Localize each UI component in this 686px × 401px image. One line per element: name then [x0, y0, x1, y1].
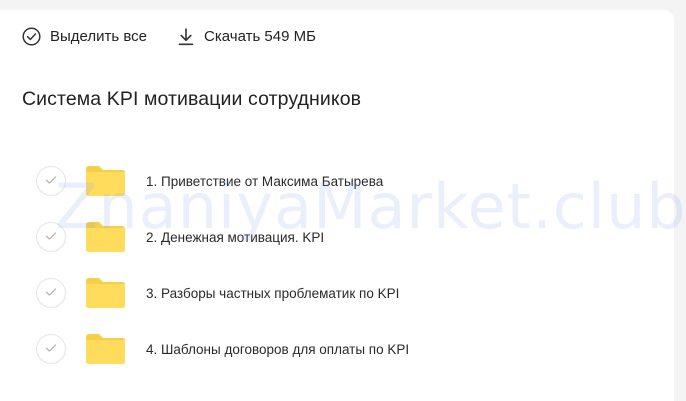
folder-item[interactable]: 3. Разборы частных проблематик по KPI: [36, 265, 636, 321]
file-browser-panel: Выделить все Скачать 549 МБ Система KPI …: [0, 10, 686, 401]
item-checkbox[interactable]: [36, 166, 66, 196]
check-icon: [45, 172, 57, 190]
folder-item[interactable]: 1. Приветствие от Максима Батырева: [36, 153, 636, 209]
download-label: Скачать 549 МБ: [204, 28, 316, 45]
folder-item-label: 2. Денежная мотивация. KPI: [146, 229, 325, 245]
item-checkbox[interactable]: [36, 222, 66, 252]
folder-item-label: 1. Приветствие от Максима Батырева: [146, 173, 384, 189]
circle-check-icon: [22, 27, 41, 46]
toolbar: Выделить все Скачать 549 МБ: [22, 27, 346, 46]
folder-title: Система KPI мотивации сотрудников: [22, 88, 362, 110]
folder-icon: [84, 221, 126, 253]
folder-item-label: 4. Шаблоны договоров для оплаты по KPI: [146, 341, 410, 357]
select-all-button[interactable]: Выделить все: [22, 27, 147, 46]
folder-icon: [84, 165, 126, 197]
folder-item[interactable]: 4. Шаблоны договоров для оплаты по KPI: [36, 321, 636, 377]
item-checkbox[interactable]: [36, 334, 66, 364]
folder-item-label: 3. Разборы частных проблематик по KPI: [146, 285, 400, 301]
item-checkbox[interactable]: [36, 278, 66, 308]
folder-icon: [84, 277, 126, 309]
check-icon: [45, 228, 57, 246]
check-icon: [45, 284, 57, 302]
folder-item[interactable]: 2. Денежная мотивация. KPI: [36, 209, 636, 265]
download-button[interactable]: Скачать 549 МБ: [177, 27, 316, 46]
download-arrow-icon: [177, 27, 195, 46]
select-all-label: Выделить все: [50, 28, 148, 45]
folder-list: 1. Приветствие от Максима Батырева 2. Де…: [36, 153, 636, 377]
check-icon: [45, 340, 57, 358]
folder-icon: [84, 333, 126, 365]
